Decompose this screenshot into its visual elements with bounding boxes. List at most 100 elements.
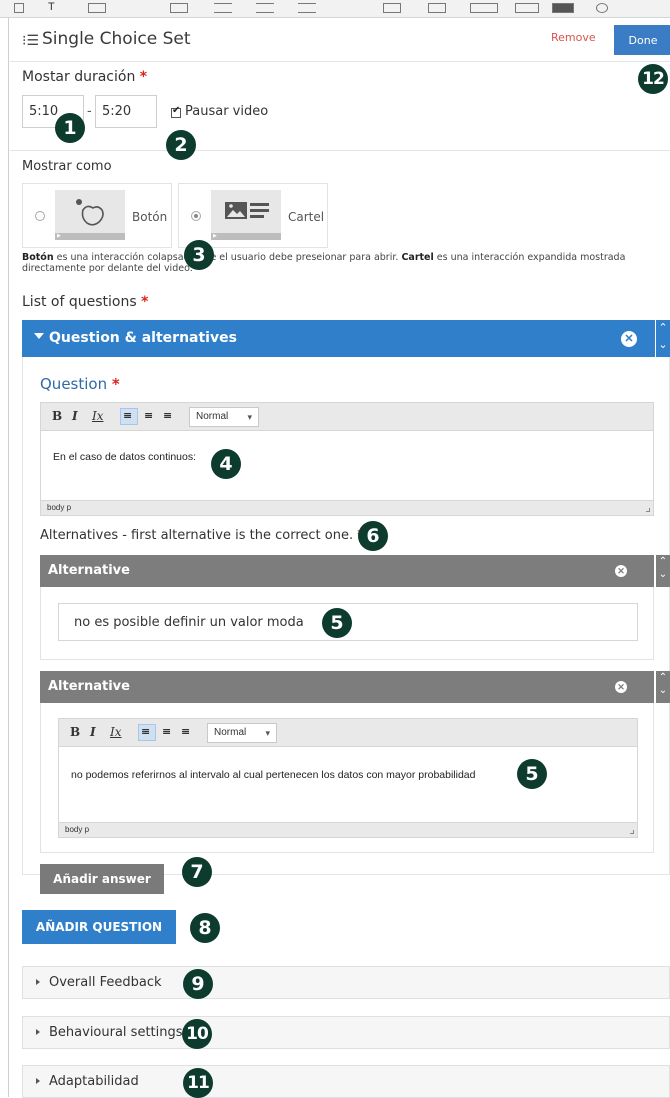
reorder-arrows-icon[interactable]: ⌃ ⌄ (656, 555, 670, 587)
reorder-arrows-icon[interactable]: ⌃ ⌄ (656, 320, 670, 357)
annotation-badge-10: 10 (182, 1019, 212, 1049)
alternative-editor[interactable]: B I Ix ≡ ≡ ≡ Normal no podemos referirno… (58, 718, 638, 838)
align-left-icon: ≡ (141, 725, 151, 738)
poster-thumbnail: ▶ (211, 190, 281, 240)
resize-handle[interactable] (630, 830, 634, 834)
alternative-title: Alternative (48, 563, 130, 578)
option-label: Cartel (288, 210, 325, 224)
remove-alternative-icon[interactable]: ✕ (615, 681, 627, 693)
alternative-text[interactable]: no podemos referirnos al intervalo al cu… (71, 769, 476, 781)
list-icon[interactable] (298, 3, 316, 13)
annotation-badge-3: 3 (184, 240, 214, 270)
display-option-poster[interactable]: ▶ Cartel (178, 183, 328, 248)
format-select[interactable]: Normal (207, 723, 277, 743)
format-select[interactable]: Normal (189, 407, 259, 427)
resize-handle[interactable] (646, 508, 650, 512)
align-right-icon[interactable]: ≡ (181, 725, 190, 738)
annotation-badge-1: 1 (55, 113, 85, 143)
overall-feedback-section[interactable]: Overall Feedback (22, 966, 670, 999)
alternative-header[interactable]: Alternative ✕ (40, 671, 654, 703)
bold-button[interactable]: B (52, 409, 62, 423)
single-choice-icon[interactable] (552, 3, 574, 13)
time-separator: - (87, 102, 92, 118)
alternative-header[interactable]: Alternative ✕ (40, 555, 654, 587)
alternatives-label: Alternatives - first alternative is the … (40, 528, 364, 543)
list-icon: ⁝☰ (22, 32, 40, 48)
poster-icon (225, 202, 269, 219)
list-icon[interactable] (256, 3, 274, 13)
link-icon[interactable] (128, 3, 146, 13)
table-icon[interactable] (88, 3, 106, 13)
alternative-body: B I Ix ≡ ≡ ≡ Normal no podemos referirno… (40, 703, 654, 853)
annotation-badge-8: 8 (190, 913, 220, 943)
image-icon[interactable] (170, 3, 188, 13)
divider (10, 150, 670, 151)
annotation-badge-7: 7 (182, 857, 212, 887)
display-help-text: Botón es una interacción colapsada que e… (22, 252, 626, 274)
italic-button[interactable]: I (72, 409, 78, 423)
dialog-header: ⁝☰ Single Choice Set Remove Done (10, 18, 670, 62)
hand-icon (76, 199, 104, 226)
radio-poster-option[interactable] (191, 211, 201, 221)
search-icon[interactable] (596, 3, 608, 13)
question-editor[interactable]: B I Ix ≡ ≡ ≡ Normal En el caso de datos … (40, 402, 654, 516)
behavioural-settings-section[interactable]: Behavioural settings (22, 1016, 670, 1049)
end-time-input[interactable]: 5:20 (95, 95, 157, 128)
caret-right-icon (36, 979, 40, 985)
summary-icon[interactable] (383, 3, 401, 13)
italic-button[interactable]: I (90, 725, 96, 739)
question-item-header[interactable]: Question & alternatives ✕ (22, 320, 655, 357)
radio-button-option[interactable] (35, 211, 45, 221)
editor-toolbar: B I Ix ≡ ≡ ≡ Normal (41, 403, 653, 431)
percent-icon[interactable] (342, 3, 360, 13)
question-field-label: Question * (40, 375, 120, 393)
pause-video-label: Pausar video (185, 104, 269, 119)
list-icon[interactable] (214, 3, 232, 13)
questions-label: List of questions * (22, 294, 149, 310)
display-option-button[interactable]: ▶ Botón (22, 183, 172, 248)
annotation-badge-5: 5 (517, 759, 547, 789)
question-item-title: Question & alternatives (49, 330, 237, 346)
annotation-badge-11: 11 (183, 1068, 213, 1098)
remove-alternative-icon[interactable]: ✕ (615, 565, 627, 577)
remove-question-icon[interactable]: ✕ (621, 331, 637, 347)
align-center-icon[interactable]: ≡ (162, 725, 171, 738)
editor-path: body p (41, 500, 653, 515)
question-text[interactable]: En el caso de datos continuos: (53, 451, 196, 463)
align-center-icon[interactable]: ≡ (144, 409, 153, 422)
text-input-icon[interactable] (515, 3, 539, 13)
adaptability-section[interactable]: Adaptabilidad (22, 1065, 670, 1098)
left-border (8, 18, 9, 1097)
annotation-badge-6: 6 (358, 521, 388, 551)
clear-format-button[interactable]: Ix (110, 725, 122, 739)
editor-toolbar: B I Ix ≡ ≡ ≡ Normal (59, 719, 637, 747)
dialog-title: Single Choice Set (42, 29, 191, 49)
align-right-icon[interactable]: ≡ (163, 409, 172, 422)
annotation-badge-12: 12 (638, 64, 668, 94)
bold-button[interactable]: B (70, 725, 80, 739)
clear-format-button[interactable]: Ix (92, 409, 104, 423)
annotation-badge-5: 5 (322, 608, 352, 638)
fill-blanks-icon[interactable] (470, 3, 498, 13)
button-thumbnail: ▶ (55, 190, 125, 240)
caret-down-icon[interactable] (34, 333, 44, 339)
editor-path: body p (59, 822, 637, 837)
duration-label: Mostar duración * (22, 69, 148, 85)
text-icon[interactable]: T (48, 2, 66, 13)
remove-button[interactable]: Remove (551, 31, 596, 44)
annotation-badge-2: 2 (166, 130, 196, 160)
pause-video-checkbox[interactable] (171, 105, 181, 118)
annotation-badge-4: 4 (211, 449, 241, 479)
editor-toolbar-strip: T (0, 0, 670, 18)
alternative-title: Alternative (48, 679, 130, 694)
caret-right-icon (36, 1078, 40, 1084)
add-answer-button[interactable]: Añadir answer (40, 864, 164, 894)
display-as-label: Mostrar como (22, 159, 112, 174)
done-button[interactable]: Done (614, 25, 670, 55)
add-question-button[interactable]: AÑADIR QUESTION (22, 910, 176, 944)
reorder-arrows-icon[interactable]: ⌃ ⌄ (656, 671, 670, 703)
toolbar-icon[interactable] (14, 3, 24, 13)
slide-icon[interactable] (428, 3, 446, 13)
annotation-badge-9: 9 (183, 969, 213, 999)
caret-right-icon (36, 1029, 40, 1035)
